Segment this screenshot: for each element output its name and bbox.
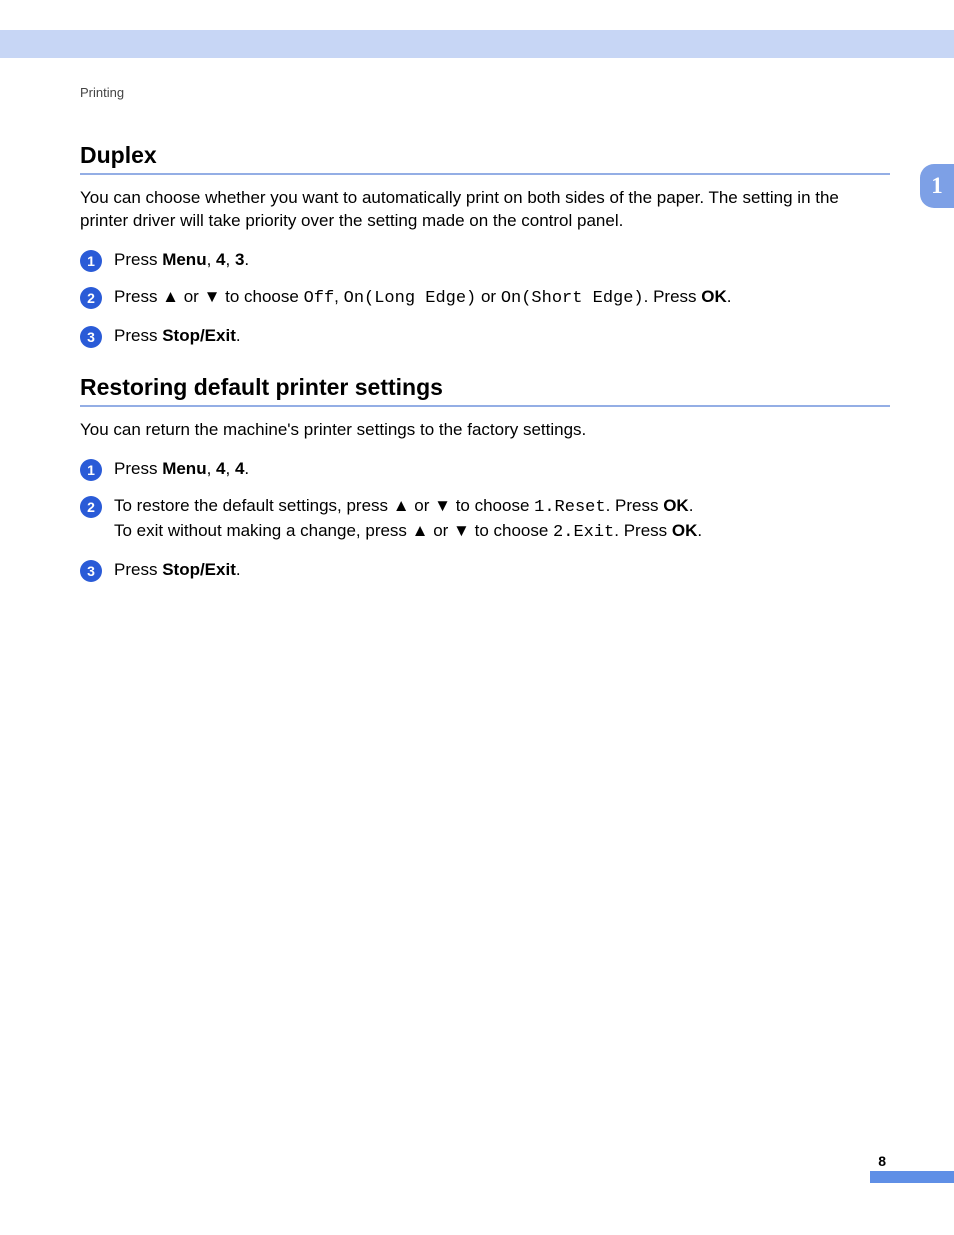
text: , bbox=[334, 287, 343, 306]
text: . Press bbox=[606, 496, 664, 515]
option-short-edge: On(Short Edge) bbox=[501, 289, 644, 308]
step-text: Press Stop/Exit. bbox=[114, 559, 241, 582]
text: . bbox=[244, 250, 249, 269]
restore-step-3: 3 Press Stop/Exit. bbox=[80, 559, 890, 582]
step-badge: 1 bbox=[80, 250, 102, 272]
text: or bbox=[476, 287, 501, 306]
option-reset: 1.Reset bbox=[534, 498, 605, 517]
value: 4 bbox=[216, 459, 225, 478]
step-text: Press Menu, 4, 4. bbox=[114, 458, 249, 481]
value: 4 bbox=[216, 250, 225, 269]
page-number: 8 bbox=[878, 1153, 886, 1169]
text: To restore the default settings, press ▲… bbox=[114, 496, 534, 515]
duplex-step-2: 2 Press ▲ or ▼ to choose Off, On(Long Ed… bbox=[80, 286, 890, 311]
menu-label: Menu bbox=[162, 459, 206, 478]
stop-exit-label: Stop/Exit bbox=[162, 326, 236, 345]
stop-exit-label: Stop/Exit bbox=[162, 560, 236, 579]
step-badge: 3 bbox=[80, 560, 102, 582]
text: . bbox=[697, 521, 702, 540]
text: Press bbox=[114, 459, 162, 478]
duplex-step-1: 1 Press Menu, 4, 3. bbox=[80, 249, 890, 272]
text: Press bbox=[114, 250, 162, 269]
step-text: Press ▲ or ▼ to choose Off, On(Long Edge… bbox=[114, 286, 732, 311]
text: , bbox=[207, 459, 216, 478]
text: . bbox=[236, 326, 241, 345]
ok-label: OK bbox=[663, 496, 689, 515]
text: , bbox=[207, 250, 216, 269]
menu-label: Menu bbox=[162, 250, 206, 269]
text: . bbox=[244, 459, 249, 478]
step-text: Press Stop/Exit. bbox=[114, 325, 241, 348]
text: , bbox=[226, 459, 235, 478]
step-badge: 3 bbox=[80, 326, 102, 348]
text: , bbox=[226, 250, 235, 269]
step-text: To restore the default settings, press ▲… bbox=[114, 495, 702, 545]
step-badge: 2 bbox=[80, 287, 102, 309]
section-title-duplex: Duplex bbox=[80, 142, 890, 169]
chapter-number: 1 bbox=[931, 173, 943, 199]
step-badge: 2 bbox=[80, 496, 102, 518]
text: . bbox=[689, 496, 694, 515]
bottom-accent-bar bbox=[870, 1171, 954, 1183]
ok-label: OK bbox=[672, 521, 698, 540]
text: . Press bbox=[614, 521, 672, 540]
breadcrumb: Printing bbox=[80, 85, 890, 100]
step-text: Press Menu, 4, 3. bbox=[114, 249, 249, 272]
section-restore: Restoring default printer settings You c… bbox=[80, 374, 890, 582]
chapter-tab: 1 bbox=[920, 164, 954, 208]
page-content: Printing Duplex You can choose whether y… bbox=[80, 85, 890, 596]
text: . bbox=[727, 287, 732, 306]
text: Press bbox=[114, 560, 162, 579]
text: Press bbox=[114, 326, 162, 345]
text: To exit without making a change, press ▲… bbox=[114, 521, 553, 540]
value: 3 bbox=[235, 250, 244, 269]
duplex-step-3: 3 Press Stop/Exit. bbox=[80, 325, 890, 348]
text: . Press bbox=[644, 287, 702, 306]
section-rule bbox=[80, 173, 890, 175]
text: Press ▲ or ▼ to choose bbox=[114, 287, 304, 306]
option-long-edge: On(Long Edge) bbox=[344, 289, 477, 308]
section-rule bbox=[80, 405, 890, 407]
restore-step-1: 1 Press Menu, 4, 4. bbox=[80, 458, 890, 481]
duplex-intro: You can choose whether you want to autom… bbox=[80, 187, 890, 233]
value: 4 bbox=[235, 459, 244, 478]
section-title-restore: Restoring default printer settings bbox=[80, 374, 890, 401]
top-header-band bbox=[0, 30, 954, 58]
restore-intro: You can return the machine's printer set… bbox=[80, 419, 890, 442]
option-off: Off bbox=[304, 289, 335, 308]
text: . bbox=[236, 560, 241, 579]
ok-label: OK bbox=[701, 287, 727, 306]
option-exit: 2.Exit bbox=[553, 523, 614, 542]
step-badge: 1 bbox=[80, 459, 102, 481]
restore-step-2: 2 To restore the default settings, press… bbox=[80, 495, 890, 545]
